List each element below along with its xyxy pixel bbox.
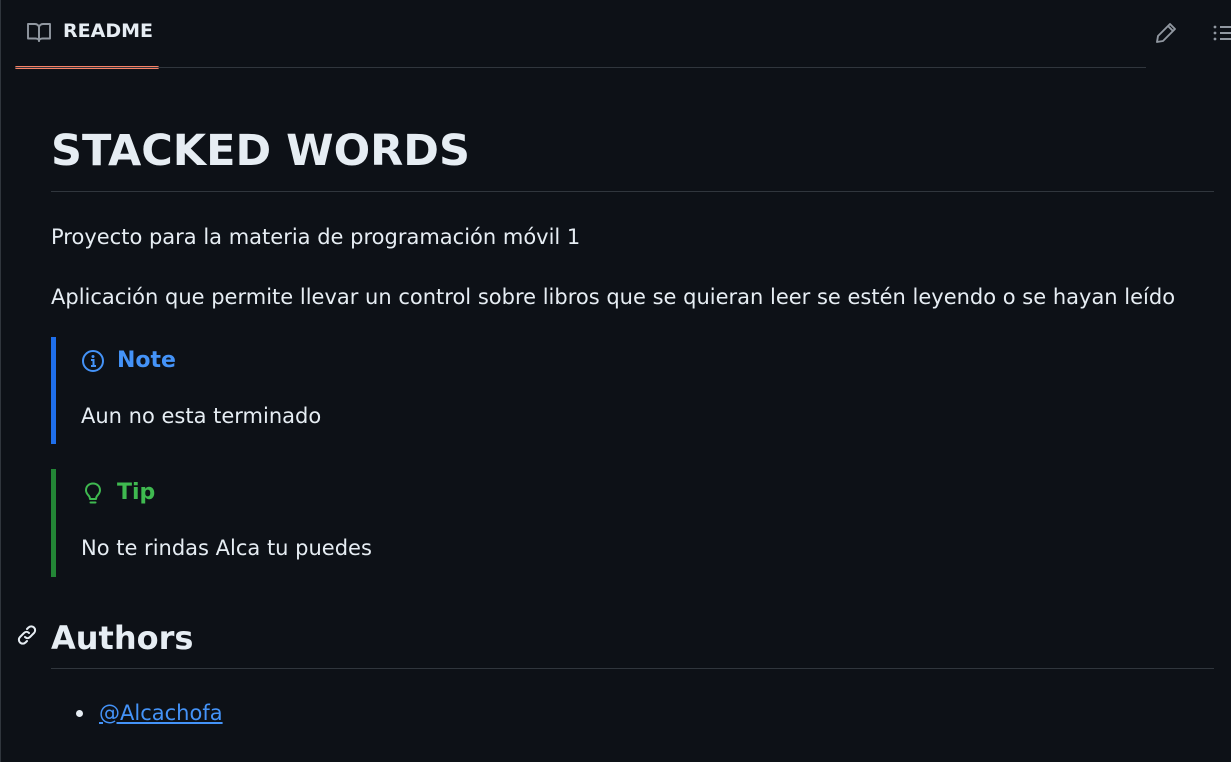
note-title: Note: [117, 348, 176, 373]
authors-divider: [51, 668, 1214, 669]
readme-title: STACKED WORDS: [51, 126, 470, 176]
lightbulb-icon: [85, 482, 101, 504]
tip-body: No te rindas Alca tu puedes: [81, 536, 372, 560]
description-paragraph: Proyecto para la materia de programación…: [51, 225, 581, 249]
header-divider: [15, 67, 1146, 68]
readme-header: README: [1, 0, 1231, 69]
link-anchor-icon[interactable]: [15, 623, 39, 647]
readme-panel: README STACKED WORDS Proyecto para la ma…: [0, 0, 1231, 762]
note-body: Aun no esta terminado: [81, 404, 322, 428]
tab-readme[interactable]: README: [15, 0, 159, 69]
outline-button[interactable]: [1211, 20, 1231, 46]
tip-title: Tip: [117, 480, 156, 505]
list-bullet: [76, 710, 83, 717]
edit-file-button[interactable]: [1153, 20, 1179, 46]
info-icon: [82, 350, 104, 372]
title-divider: [51, 191, 1214, 192]
author-link[interactable]: @Alcachofa: [99, 699, 223, 727]
tab-readme-label: README: [63, 20, 153, 42]
authors-heading: Authors: [51, 619, 194, 657]
description-paragraph: Aplicación que permite llevar un control…: [51, 285, 1176, 309]
pencil-icon: [1156, 23, 1176, 43]
list-icon: [1213, 25, 1231, 41]
tip-callout: Tip No te rindas Alca tu puedes: [51, 469, 1214, 577]
note-callout: Note Aun no esta terminado: [51, 337, 1214, 444]
book-icon: [27, 23, 51, 42]
